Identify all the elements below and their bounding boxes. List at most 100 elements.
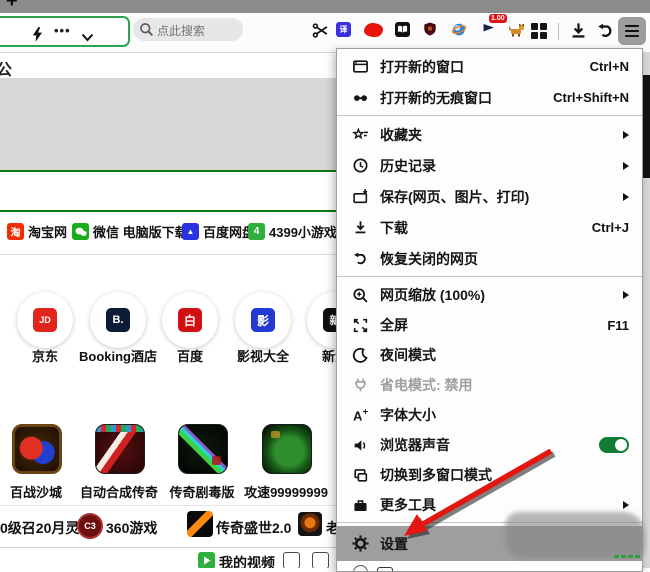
bookmark-4399[interactable]: 4 4399小游戏大 [248, 222, 350, 241]
game-label[interactable]: 攻速99999999 [231, 482, 341, 501]
red-extension-icon[interactable] [364, 23, 383, 37]
menu-label: 打开新的窗口 [380, 57, 464, 77]
menu-label: 夜间模式 [380, 345, 436, 365]
menu-item-clipped [337, 561, 642, 571]
corner-glyph: 公 [0, 56, 12, 80]
menu-item-browser-sound[interactable]: 浏览器声音 [337, 430, 642, 460]
menu-item-multi-window[interactable]: 切换到多窗口模式 [337, 460, 642, 490]
menu-shortcut: Ctrl+N [590, 59, 629, 74]
save-icon [352, 188, 369, 205]
menu-label: 字体大小 [380, 405, 436, 425]
new-window-icon [352, 58, 369, 75]
menu-item-more-tools[interactable]: 更多工具 [337, 490, 642, 520]
chevron-down-icon[interactable] [81, 29, 94, 47]
link-chuanqi[interactable]: 传奇盛世2.0 [216, 518, 291, 538]
menu-item-save[interactable]: 保存(网页、图片、打印) [337, 181, 642, 212]
briefcase-icon [352, 497, 369, 514]
menu-shortcut: Ctrl+Shift+N [553, 90, 629, 105]
menu-item-incognito[interactable]: 打开新的无痕窗口 Ctrl+Shift+N [337, 82, 642, 113]
search-input[interactable] [155, 18, 241, 43]
scrollbar-thumb[interactable] [643, 75, 650, 178]
menu-label: 设置 [380, 534, 408, 554]
game-tile-gongsu[interactable] [262, 424, 312, 474]
moon-icon [352, 347, 369, 364]
link-zhao20[interactable]: 0级召20月灵 [0, 518, 79, 538]
submenu-arrow-icon [623, 162, 629, 170]
lightning-icon[interactable] [30, 27, 43, 47]
game-tile-judu[interactable] [178, 424, 228, 474]
menu-item-restore-tabs[interactable]: 恢复关闭的网页 [337, 243, 642, 274]
green-speck [628, 555, 633, 558]
restore-icon [352, 250, 369, 267]
apps-grid-icon[interactable] [531, 23, 547, 39]
shield-extension-icon[interactable] [423, 21, 437, 42]
submenu-arrow-icon [623, 501, 629, 509]
multi-window-icon [352, 467, 369, 484]
menu-label: 打开新的无痕窗口 [380, 88, 492, 108]
sword-game-icon[interactable] [187, 511, 213, 537]
book-extension-icon[interactable] [395, 22, 410, 37]
flag-badge: 1.00 [489, 14, 507, 23]
link-360game[interactable]: 360游戏 [106, 518, 157, 538]
play-icon[interactable] [198, 552, 215, 568]
game4399-icon: 4 [248, 223, 265, 240]
menu-label: 保存(网页、图片、打印) [380, 187, 529, 207]
flag-extension-icon[interactable] [482, 23, 495, 43]
menu-label: 浏览器声音 [380, 435, 450, 455]
undo-toolbar-icon[interactable] [596, 21, 615, 45]
menu-item-settings[interactable]: 设置 [337, 526, 642, 561]
address-bar[interactable]: ••• [0, 16, 130, 47]
divider [0, 547, 336, 548]
menu-item-history[interactable]: 历史记录 [337, 150, 642, 181]
fullscreen-icon [352, 317, 369, 334]
toolbar-separator [558, 23, 559, 40]
game-tile-hecheng[interactable] [95, 424, 145, 474]
booking-icon: B. [106, 308, 130, 332]
translate-extension-icon[interactable]: 译 [336, 22, 351, 37]
menu-item-favorites[interactable]: 收藏夹 [337, 119, 642, 150]
pet-extension-icon[interactable] [509, 23, 526, 42]
shortcut-yingshi[interactable]: 影 [235, 292, 291, 348]
scissors-icon[interactable] [312, 22, 329, 44]
zoom-icon [352, 287, 369, 304]
c3-icon[interactable]: C3 [77, 513, 103, 539]
menu-item-new-window[interactable]: 打开新的窗口 Ctrl+N [337, 51, 642, 82]
my-video-link[interactable]: 我的视频 [219, 553, 275, 568]
font-size-icon: A+ [352, 407, 369, 424]
shortcut-jd[interactable]: JD [17, 292, 73, 348]
bookmark-baidupan[interactable]: ▲ 百度网盘 [182, 222, 255, 241]
menu-item-zoom[interactable]: 网页缩放 (100%) [337, 280, 642, 310]
menu-item-download[interactable]: 下载 Ctrl+J [337, 212, 642, 243]
bookmark-taobao[interactable]: 淘 淘宝网 [7, 222, 67, 241]
menu-separator [337, 276, 642, 277]
wechat-icon [72, 223, 89, 240]
menu-item-fullscreen[interactable]: 全屏 F11 [337, 310, 642, 340]
sound-toggle[interactable] [599, 437, 629, 453]
menu-item-font-size[interactable]: A+ 字体大小 [337, 400, 642, 430]
new-tab-button[interactable]: + [6, 0, 18, 11]
taobao-icon: 淘 [7, 223, 24, 240]
menu-item-night-mode[interactable]: 夜间模式 [337, 340, 642, 370]
menu-label: 恢复关闭的网页 [380, 249, 478, 269]
submenu-arrow-icon [623, 291, 629, 299]
picture-icon[interactable] [312, 552, 329, 568]
lao-game-icon[interactable] [298, 512, 322, 536]
globe-extension-icon[interactable] [451, 22, 467, 42]
menu-button[interactable] [618, 17, 646, 45]
history-icon [352, 157, 369, 174]
menu-shortcut: Ctrl+J [592, 220, 629, 235]
browser-menu: 打开新的窗口 Ctrl+N 打开新的无痕窗口 Ctrl+Shift+N 收藏夹 … [336, 48, 643, 572]
shortcut-booking[interactable]: B. [90, 292, 146, 348]
more-dots-icon[interactable]: ••• [54, 23, 71, 38]
shortcut-baidu[interactable]: 白 [162, 292, 218, 348]
baidu-icon: 白 [178, 308, 202, 332]
video-camera-icon[interactable] [283, 552, 300, 568]
submenu-arrow-icon [623, 131, 629, 139]
bookmark-wechat[interactable]: 微信 电脑版下载 [72, 222, 188, 241]
speaker-icon [352, 437, 369, 454]
game-tile-baizhan[interactable] [12, 424, 62, 474]
scrollbar[interactable] [643, 52, 650, 568]
download-toolbar-icon[interactable] [569, 21, 588, 45]
search-box[interactable] [133, 18, 243, 41]
plug-icon [352, 377, 369, 394]
